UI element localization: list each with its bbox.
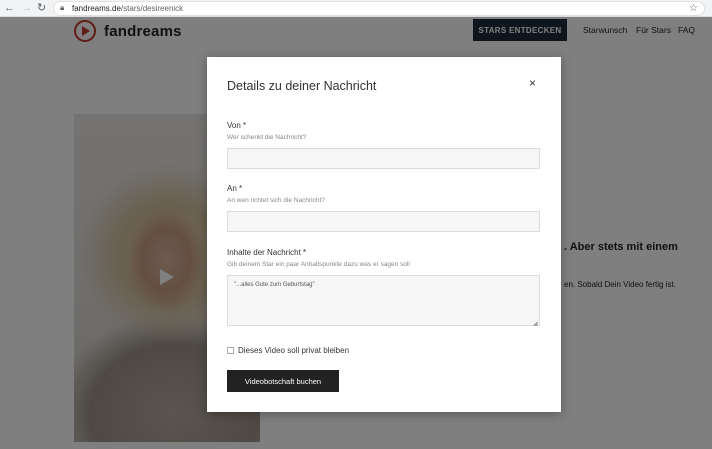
private-video-label[interactable]: Dieses Video soll privat bleiben — [238, 346, 349, 355]
reload-icon[interactable]: ↻ — [37, 1, 46, 15]
von-label: Von * — [227, 121, 247, 130]
private-video-option[interactable]: Dieses Video soll privat bleiben — [227, 346, 349, 355]
an-input[interactable] — [227, 211, 540, 232]
message-content-label: Inhalte der Nachricht * — [227, 248, 307, 257]
back-arrow-icon[interactable]: ← — [4, 1, 15, 15]
resize-handle-icon[interactable]: ◢ — [533, 320, 538, 327]
von-hint: Wer schenkt die Nachricht? — [227, 134, 307, 141]
close-icon[interactable]: × — [529, 76, 536, 90]
browser-toolbar: ← → ↻ 🔒︎ fandreams.de/stars/desireenick … — [0, 0, 712, 17]
url-text: fandreams.de/stars/desireenick — [72, 4, 184, 13]
address-bar[interactable]: 🔒︎ fandreams.de/stars/desireenick ☆ — [53, 1, 705, 16]
von-input[interactable] — [227, 148, 540, 169]
an-hint: An wen richtet sich die Nachricht? — [227, 197, 325, 204]
message-content-hint: Gib deinem Star ein paar Anhaltspunkte d… — [227, 261, 410, 268]
bookmark-star-icon[interactable]: ☆ — [689, 2, 698, 15]
private-video-checkbox[interactable] — [227, 347, 234, 354]
message-details-modal: Details zu deiner Nachricht × Von * Wer … — [207, 57, 561, 412]
forward-arrow-icon[interactable]: → — [21, 1, 32, 15]
an-label: An * — [227, 184, 243, 193]
modal-title: Details zu deiner Nachricht — [227, 79, 377, 93]
book-video-button[interactable]: Videobotschaft buchen — [227, 370, 339, 392]
lock-icon: 🔒︎ — [60, 3, 65, 12]
message-content-textarea[interactable] — [227, 275, 540, 326]
